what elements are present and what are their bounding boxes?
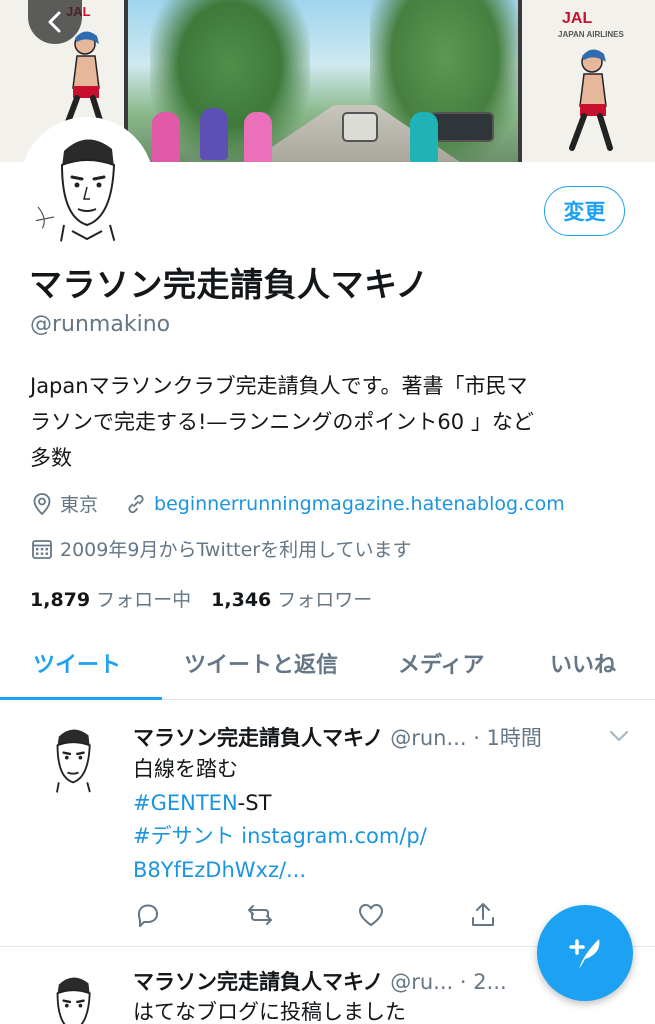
profile-display-name: マラソン完走請負人マキノ [29,265,429,304]
profile-bio: Japanマラソンクラブ完走請負人です。著書「市民マ ラソンで完走する!—ランニ… [30,368,630,476]
runner-illustration-right [569,49,613,151]
like-icon[interactable] [356,900,386,930]
tweet-text: 白線を踏む #GENTEN-ST #デサント instagram.com/p/ … [133,753,633,887]
crowd-person [410,112,438,162]
profile-meta-location-website: 東京 beginnerrunningmagazine.hatenablog.co… [30,490,565,517]
followers-stat[interactable]: 1,346 フォロワー [211,589,372,611]
profile-avatar[interactable] [20,117,154,251]
url-link[interactable]: instagram.com/p/ [241,824,426,848]
banner-right-panel: JAL JAPAN AIRLINES [518,0,655,162]
compose-icon [569,939,600,969]
compose-tweet-button[interactable] [537,905,633,1001]
crowd-person [200,108,228,160]
profile-joined-date: 2009年9月からTwitterを利用しています [60,539,412,561]
tweet-header: マラソン完走請負人マキノ @run... · 1時間 [133,722,542,752]
tweet-text-line: はてなブログに投稿しました [133,1000,406,1024]
tweet-text: はてなブログに投稿しました [133,996,633,1024]
bio-line: ラソンで完走する!—ランニングのポイント60 」など [30,410,534,434]
tweet-author-handle: @run... [390,726,467,750]
tab-tweets-and-replies[interactable]: ツイートと返信 [184,647,338,679]
tweet-timestamp: · 2... [459,970,507,994]
tweet-timestamp: · 1時間 [473,726,542,750]
hashtag-link[interactable]: #デサント [133,824,235,848]
location-pin-icon [33,492,51,515]
retweet-icon[interactable] [245,900,275,930]
tweet-text-line: #GENTEN-ST [133,787,633,821]
url-link[interactable]: B8YfEzDhWxz/... [133,858,306,882]
banner-right-brand: JAL [562,10,593,27]
tweet-author-avatar[interactable] [34,966,112,1024]
active-tab-indicator [0,697,162,700]
reply-icon[interactable] [133,900,163,930]
tab-likes[interactable]: いいね [550,647,616,679]
followers-count: 1,346 [211,589,272,611]
bio-line: 多数 [30,446,72,470]
tweet-text-fragment: -ST [237,790,272,815]
following-count: 1,879 [30,589,91,611]
tweet-author-name[interactable]: マラソン完走請負人マキノ [133,970,384,994]
share-icon[interactable] [468,900,498,930]
edit-profile-button[interactable]: 変更 [544,186,625,236]
tweet-author-name[interactable]: マラソン完走請負人マキノ [133,726,384,750]
calendar-icon [32,539,52,559]
following-stat[interactable]: 1,879 フォロー中 [30,589,197,611]
tab-tweets[interactable]: ツイート [33,647,121,679]
tweet-text-line: #デサント instagram.com/p/ [133,820,633,854]
followers-label: フォロワー [277,589,373,611]
profile-website-link[interactable]: beginnerrunningmagazine.hatenablog.com [154,493,565,515]
tweet-text-line: 白線を踏む [133,757,238,781]
tweet-author-handle: @ru... [390,970,454,994]
avatar-portrait-illustration [34,718,112,796]
profile-location: 東京 [60,494,99,516]
following-label: フォロー中 [96,589,192,611]
avatar-portrait-illustration [24,121,150,247]
tab-media[interactable]: メディア [398,647,484,679]
profile-handle: @runmakino [30,312,171,337]
hashtag-link[interactable]: #GENTEN [133,791,238,815]
profile-meta-joined: 2009年9月からTwitterを利用しています [30,535,412,562]
banner-right-brand-sub: JAPAN AIRLINES [558,30,624,39]
tweet-header: マラソン完走請負人マキノ @ru... · 2... [133,966,507,996]
chevron-down-icon[interactable] [608,729,630,743]
banner-car [430,112,494,142]
avatar-portrait-illustration [34,966,112,1024]
tweet-text-line: B8YfEzDhWxz/... [133,854,633,888]
banner-car [342,112,378,142]
profile-follow-counts: 1,879 フォロー中 1,346 フォロワー [30,585,372,612]
back-arrow-icon [48,11,61,33]
tweet-author-avatar[interactable] [34,718,112,796]
crowd-person [244,112,272,162]
crowd-person [152,112,180,162]
link-icon [128,494,144,513]
profile-tabs: ツイート ツイートと返信 メディア いいね [0,630,655,700]
bio-line: Japanマラソンクラブ完走請負人です。著書「市民マ [30,374,528,398]
